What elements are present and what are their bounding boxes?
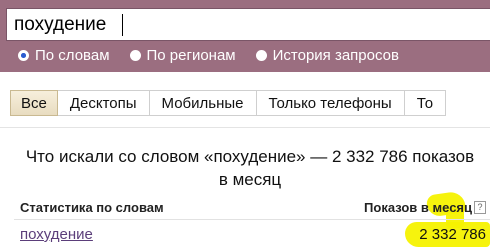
- search-mode-options: По словам По регионам История запросов: [18, 45, 419, 65]
- table-row: похудение 2 332 786: [20, 224, 488, 246]
- tab-tablets-cut[interactable]: То: [404, 90, 447, 116]
- search-box[interactable]: [6, 8, 490, 41]
- radio-query-history[interactable]: История запросов: [255, 46, 399, 64]
- search-header: По словам По регионам История запросов: [0, 0, 490, 72]
- tab-phones-only[interactable]: Только телефоны: [256, 90, 405, 116]
- radio-by-regions-label: По регионам: [146, 46, 236, 64]
- radio-query-history-label: История запросов: [272, 46, 399, 64]
- tab-mobile[interactable]: Мобильные: [149, 90, 257, 116]
- radio-by-words[interactable]: По словам: [18, 47, 110, 64]
- device-tabs: Все Десктопы Мобильные Только телефоны Т…: [10, 90, 447, 118]
- impressions-count: 2 332 786: [419, 226, 486, 243]
- radio-unchecked-icon[interactable]: [255, 49, 267, 61]
- radio-by-words-label: По словам: [35, 46, 110, 64]
- help-icon[interactable]: ?: [474, 201, 486, 214]
- phrase-link[interactable]: похудение: [20, 226, 93, 243]
- column-header-phrase: Статистика по словам: [20, 200, 164, 215]
- text-caret: [122, 14, 123, 36]
- column-header-impressions: Показов в месяц: [364, 200, 472, 215]
- radio-unchecked-icon[interactable]: [129, 49, 141, 61]
- wordstat-page: По словам По регионам История запросов В…: [0, 0, 490, 249]
- radio-by-regions[interactable]: По регионам: [129, 46, 236, 64]
- stats-table-header: Статистика по словам Показов в месяц ?: [20, 198, 488, 218]
- tabs-divider: [0, 127, 490, 128]
- table-divider: [14, 219, 490, 220]
- tab-all[interactable]: Все: [10, 90, 58, 116]
- radio-checked-icon[interactable]: [18, 49, 29, 61]
- result-heading: Что искали со словом «похудение» — 2 332…: [25, 147, 475, 189]
- search-input[interactable]: [14, 13, 474, 37]
- tab-desktops[interactable]: Десктопы: [57, 90, 150, 116]
